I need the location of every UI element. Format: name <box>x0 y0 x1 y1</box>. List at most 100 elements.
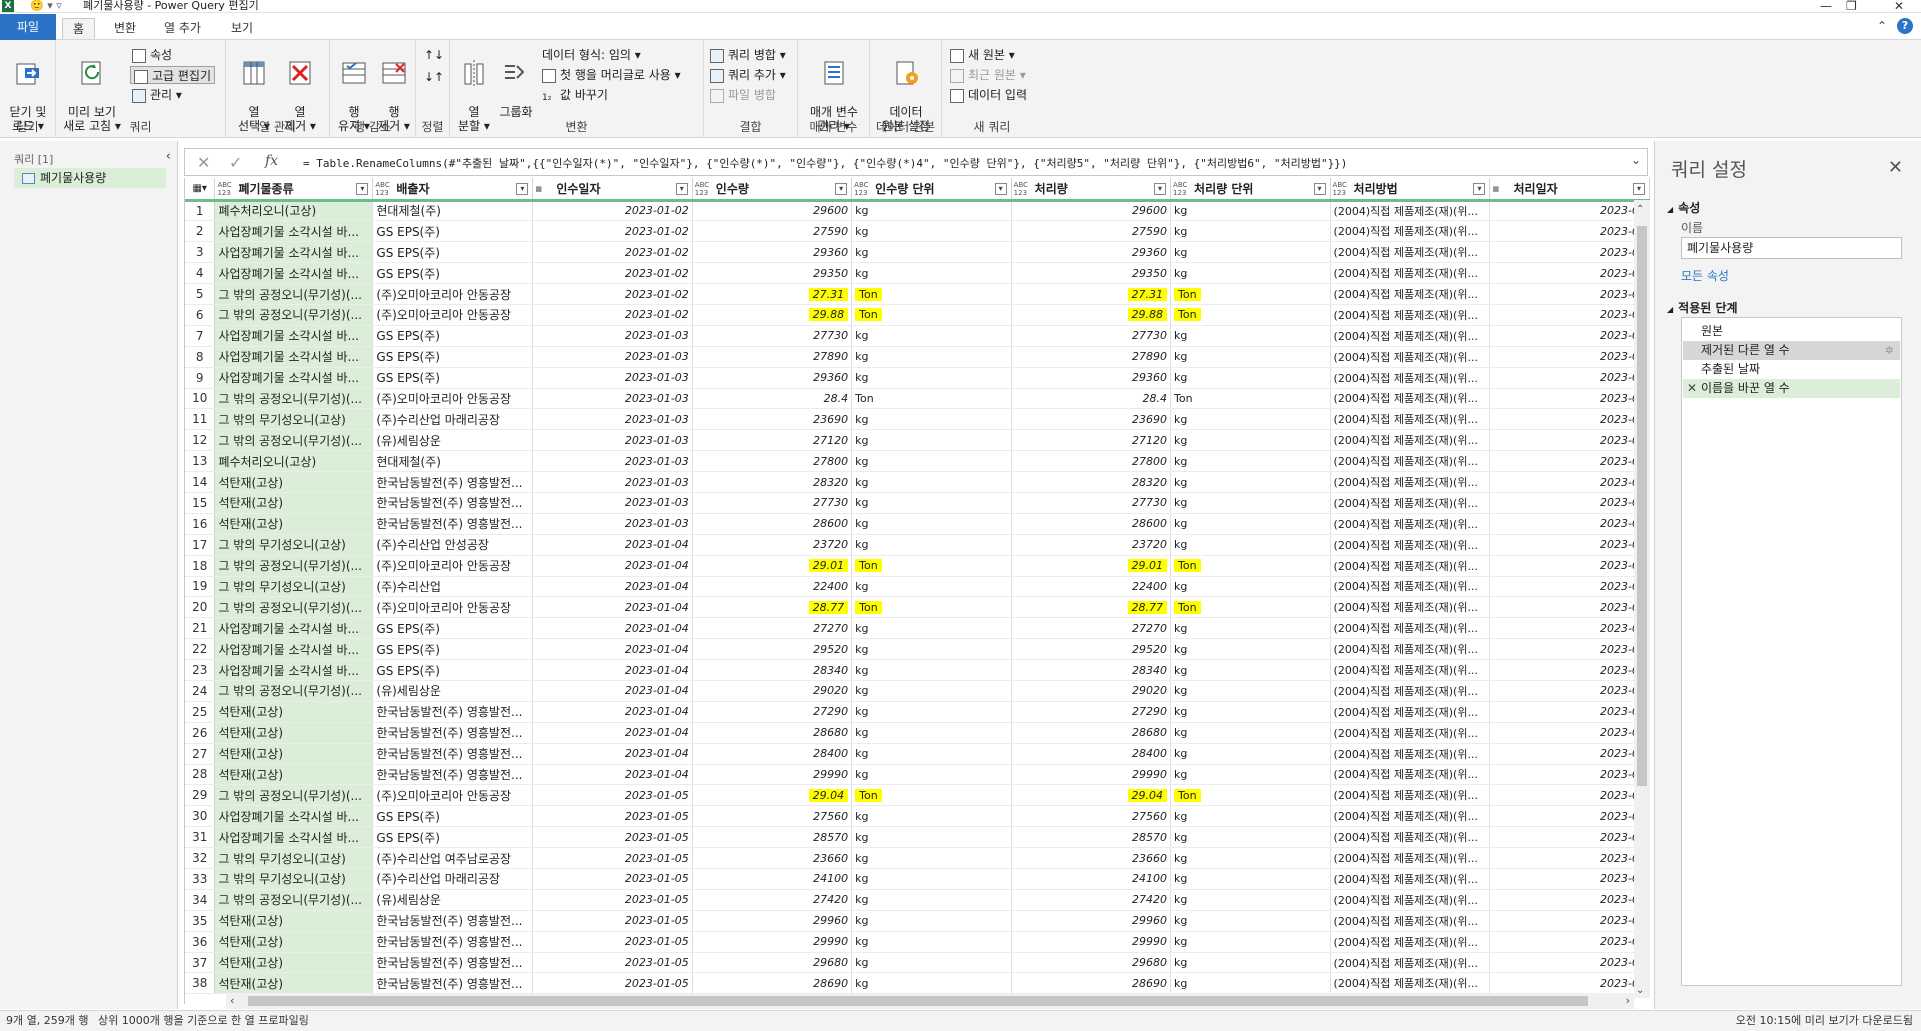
cell-processed-unit[interactable]: kg <box>1170 722 1331 744</box>
filter-dropdown-icon[interactable]: ▾ <box>835 183 848 195</box>
cell-waste-type[interactable]: 석탄재(고상) <box>214 492 374 514</box>
cell-receipt-date[interactable]: 2023-01-02 <box>532 241 693 264</box>
cell-processed-unit[interactable]: kg <box>1170 408 1331 431</box>
cell-method[interactable]: (2004)직접 제품제조(재)(위... <box>1330 764 1491 786</box>
row-number[interactable]: 37 <box>185 952 216 974</box>
cell-processed-qty[interactable]: 27730 <box>1011 492 1172 514</box>
row-number[interactable]: 25 <box>185 701 216 723</box>
sort-ascending-icon[interactable]: ↑↓ <box>424 46 444 64</box>
column-header-receipt-date[interactable]: ▦ 인수일자 ▾ <box>532 178 693 202</box>
table-row[interactable]: 4 사업장폐기물 소각시설 바... GS EPS(주) 2023-01-02 2935… <box>185 262 1650 285</box>
data-type-dropdown[interactable]: 데이터 형식: 임의 ▾ <box>542 46 641 64</box>
close-window-icon[interactable]: ✕ <box>1894 0 1904 12</box>
cell-processed-unit[interactable]: kg <box>1170 200 1331 222</box>
cell-receipt-date[interactable]: 2023-01-04 <box>532 576 693 598</box>
combine-files-button[interactable]: 파일 병합 <box>710 86 776 104</box>
cell-processed-qty[interactable]: 29990 <box>1011 764 1172 786</box>
row-number[interactable]: 1 <box>185 200 216 222</box>
cell-waste-type[interactable]: 석탄재(고상) <box>214 722 374 744</box>
advanced-editor-button[interactable]: 고급 편집기 <box>130 66 216 84</box>
cell-method[interactable]: (2004)직접 제품제조(재)(위... <box>1330 220 1491 243</box>
row-number[interactable]: 5 <box>185 283 216 305</box>
cell-receipt-date[interactable]: 2023-01-04 <box>532 659 693 681</box>
cell-emitter[interactable]: (주)수리산업 마래리공장 <box>372 868 534 890</box>
row-number[interactable]: 33 <box>185 868 216 890</box>
cell-processed-unit[interactable]: kg <box>1170 638 1331 661</box>
row-number[interactable]: 19 <box>185 576 216 598</box>
cell-method[interactable]: (2004)직접 제품제조(재)(위... <box>1330 492 1491 514</box>
step-extracted-date[interactable]: 추출된 날짜 <box>1683 360 1900 379</box>
cell-processed-unit[interactable]: kg <box>1170 868 1331 890</box>
cell-receipt-unit[interactable]: kg <box>851 367 1012 389</box>
cell-method[interactable]: (2004)직접 제품제조(재)(위... <box>1330 513 1491 535</box>
row-number[interactable]: 21 <box>185 617 216 640</box>
cell-method[interactable]: (2004)직접 제품제조(재)(위... <box>1330 596 1491 619</box>
cell-emitter[interactable]: 한국남동발전(주) 영흥발전... <box>372 764 534 786</box>
vertical-scrollbar[interactable]: ⌃ ⌄ <box>1634 200 1650 998</box>
cell-processed-qty[interactable]: 29680 <box>1011 952 1172 974</box>
cell-waste-type[interactable]: 석탄재(고상) <box>214 471 374 493</box>
cell-waste-type[interactable]: 그 밖의 공정오니(무기성)(... <box>214 429 374 452</box>
cell-processed-qty[interactable]: 28.4 <box>1011 388 1172 410</box>
restore-icon[interactable]: ❐ <box>1846 0 1857 12</box>
filter-dropdown-icon[interactable]: ▾ <box>1313 183 1326 195</box>
cell-receipt-unit[interactable]: Ton <box>851 596 1012 619</box>
cell-receipt-date[interactable]: 2023-01-02 <box>532 220 693 243</box>
cell-method[interactable]: (2004)직접 제품제조(재)(위... <box>1330 847 1491 869</box>
cell-receipt-date[interactable]: 2023-01-05 <box>532 952 693 974</box>
cell-receipt-unit[interactable]: kg <box>851 910 1012 932</box>
row-number[interactable]: 20 <box>185 596 216 619</box>
cell-method[interactable]: (2004)직접 제품제조(재)(위... <box>1330 722 1491 744</box>
cell-receipt-date[interactable]: 2023-01-05 <box>532 805 693 828</box>
cell-receipt-qty[interactable]: 23720 <box>692 534 853 556</box>
row-number[interactable]: 11 <box>185 408 216 431</box>
cell-receipt-qty[interactable]: 23660 <box>692 847 853 869</box>
cell-receipt-date[interactable]: 2023-01-05 <box>532 972 693 995</box>
cell-receipt-unit[interactable]: Ton <box>851 304 1012 326</box>
cell-receipt-unit[interactable]: kg <box>851 450 1012 473</box>
cell-processed-date[interactable]: 2023-01 <box>1489 325 1650 347</box>
cell-receipt-unit[interactable]: kg <box>851 534 1012 556</box>
cell-waste-type[interactable]: 사업장폐기물 소각시설 바... <box>214 805 374 828</box>
table-row[interactable]: 21 사업장폐기물 소각시설 바... GS EPS(주) 2023-01-04 272… <box>185 617 1650 640</box>
row-number[interactable]: 10 <box>185 388 216 410</box>
cell-receipt-unit[interactable]: kg <box>851 617 1012 640</box>
cell-processed-unit[interactable]: Ton <box>1170 283 1331 305</box>
cell-emitter[interactable]: 한국남동발전(주) 영흥발전... <box>372 743 534 765</box>
cell-method[interactable]: (2004)직접 제품제조(재)(위... <box>1330 346 1491 368</box>
cell-processed-qty[interactable]: 29.88 <box>1011 304 1172 326</box>
cell-receipt-date[interactable]: 2023-01-02 <box>532 200 693 222</box>
cell-processed-qty[interactable]: 24100 <box>1011 868 1172 890</box>
filter-dropdown-icon[interactable]: ▾ <box>1154 183 1167 195</box>
cell-waste-type[interactable]: 사업장폐기물 소각시설 바... <box>214 241 374 264</box>
cell-receipt-date[interactable]: 2023-01-03 <box>532 513 693 535</box>
table-row[interactable]: 36 석탄재(고상) 한국남동발전(주) 영흥발전... 2023-01-05 2999… <box>185 931 1650 953</box>
cell-waste-type[interactable]: 사업장폐기물 소각시설 바... <box>214 617 374 640</box>
cell-method[interactable]: (2004)직접 제품제조(재)(위... <box>1330 784 1491 807</box>
sort-descending-icon[interactable]: ↓↑ <box>424 68 444 86</box>
cell-processed-qty[interactable]: 29360 <box>1011 241 1172 264</box>
cell-method[interactable]: (2004)직접 제품제조(재)(위... <box>1330 972 1491 995</box>
row-number[interactable]: 15 <box>185 492 216 514</box>
cell-receipt-date[interactable]: 2023-01-04 <box>532 596 693 619</box>
cell-processed-date[interactable]: 2023-01 <box>1489 429 1650 452</box>
cell-receipt-qty[interactable]: 23690 <box>692 408 853 431</box>
cell-processed-unit[interactable]: kg <box>1170 847 1331 869</box>
table-row[interactable]: 1 폐수처리오니(고상) 현대제철(주) 2023-01-02 29600 kg 29600… <box>185 200 1650 222</box>
cell-processed-date[interactable]: 2023-01 <box>1489 952 1650 974</box>
group-by-button[interactable]: 그룹화 <box>496 44 536 119</box>
cell-receipt-qty[interactable]: 27120 <box>692 429 853 452</box>
row-number[interactable]: 24 <box>185 680 216 702</box>
cell-processed-qty[interactable]: 27270 <box>1011 617 1172 640</box>
row-number[interactable]: 3 <box>185 241 216 264</box>
row-number[interactable]: 22 <box>185 638 216 661</box>
table-select-all[interactable]: ▦▾ <box>185 178 216 202</box>
cell-emitter[interactable]: (주)오미아코리아 안동공장 <box>372 283 534 305</box>
cell-processed-unit[interactable]: kg <box>1170 764 1331 786</box>
cell-receipt-qty[interactable]: 29520 <box>692 638 853 661</box>
manage-button[interactable]: 관리 ▾ <box>132 86 182 104</box>
cell-processed-date[interactable]: 2023-01 <box>1489 680 1650 702</box>
cell-receipt-date[interactable]: 2023-01-04 <box>532 764 693 786</box>
table-row[interactable]: 26 석탄재(고상) 한국남동발전(주) 영흥발전... 2023-01-04 2868… <box>185 722 1650 744</box>
cell-receipt-date[interactable]: 2023-01-02 <box>532 283 693 305</box>
